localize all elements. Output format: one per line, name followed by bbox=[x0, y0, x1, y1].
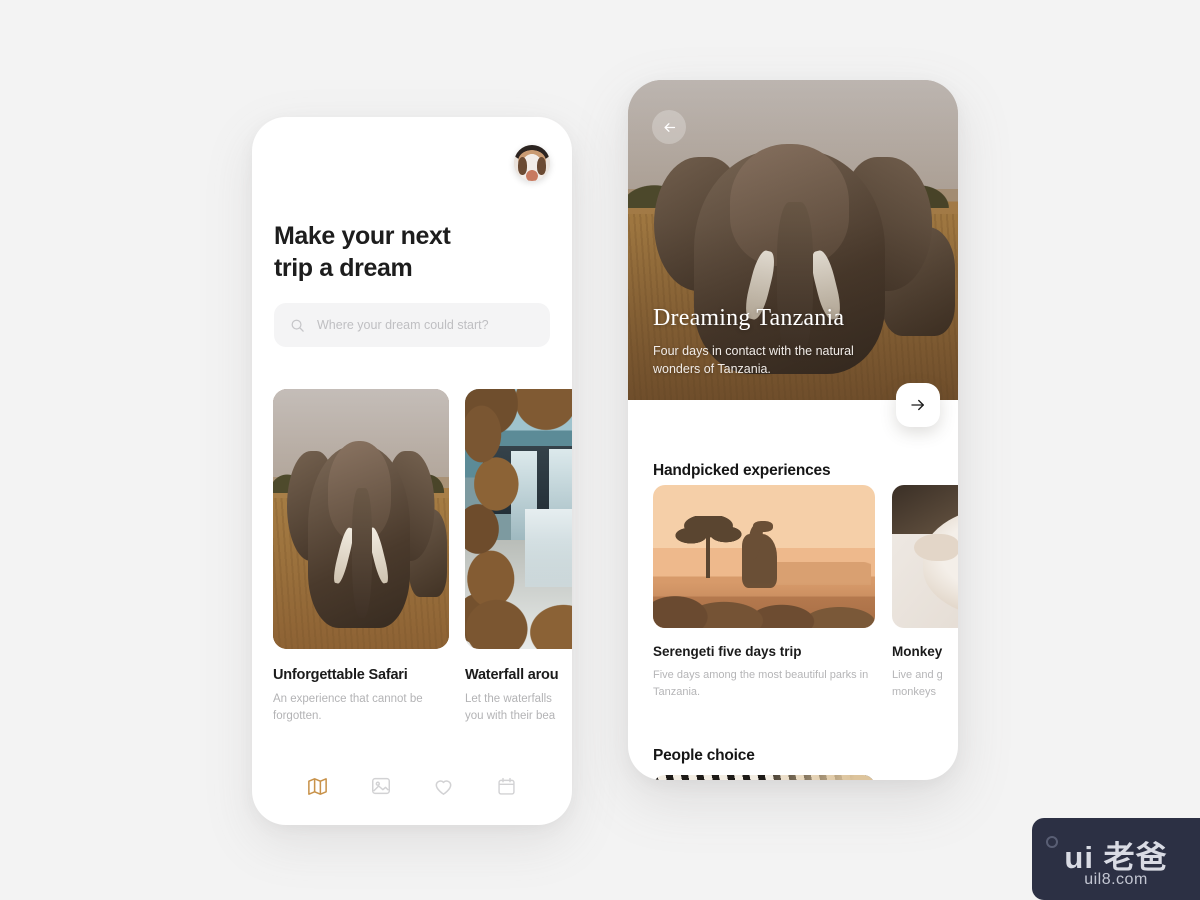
trip-card-image bbox=[465, 389, 572, 649]
nav-item-calendar[interactable] bbox=[492, 771, 522, 801]
monkey-closeup-image bbox=[892, 485, 958, 628]
trip-card-title: Unforgettable Safari bbox=[273, 667, 408, 683]
people-choice-card[interactable] bbox=[653, 775, 875, 780]
experience-card[interactable]: Serengeti five days trip Five days among… bbox=[653, 485, 875, 700]
search-icon bbox=[291, 319, 304, 332]
search-input[interactable]: Where your dream could start? bbox=[274, 303, 550, 347]
page-title: Make your next trip a dream bbox=[274, 222, 451, 282]
experience-card-image bbox=[892, 485, 958, 628]
experience-card-description: Five days among the most beautiful parks… bbox=[653, 669, 869, 698]
avatar-hair-right bbox=[536, 157, 547, 175]
section-title-people-choice: People choice bbox=[653, 747, 755, 764]
avatar-hair-left bbox=[517, 157, 528, 175]
map-icon bbox=[308, 777, 327, 795]
experience-card-title: Monkey bbox=[892, 644, 943, 659]
trip-card-description: An experience that cannot be forgotten. bbox=[273, 693, 423, 723]
calendar-icon bbox=[498, 777, 515, 795]
section-title-handpicked: Handpicked experiences bbox=[653, 462, 831, 479]
experiences-carousel[interactable]: Serengeti five days trip Five days among… bbox=[653, 485, 958, 700]
trip-cards-carousel[interactable]: Unforgettable Safari An experience that … bbox=[273, 389, 572, 726]
giraffe-sunset-image bbox=[653, 485, 875, 628]
trip-card-description: Let the waterfalls you with their bea bbox=[465, 693, 556, 723]
experience-card-description: Live and g monkeys bbox=[892, 669, 943, 698]
watermark-subtitle: uil8.com bbox=[1084, 871, 1148, 888]
arrow-left-icon bbox=[664, 122, 675, 132]
watermark-badge: ui 老爸 uil8.com bbox=[1032, 818, 1200, 900]
phone-mockup-detail: Dreaming Tanzania Four days in contact w… bbox=[628, 80, 958, 780]
phone-mockup-home: Make your next trip a dream Where your d… bbox=[252, 117, 572, 825]
experience-card-image bbox=[653, 485, 875, 628]
trip-card-title: Waterfall arou bbox=[465, 667, 559, 683]
trip-card-image bbox=[273, 389, 449, 649]
next-button[interactable] bbox=[896, 383, 940, 427]
search-placeholder: Where your dream could start? bbox=[317, 318, 489, 332]
zebra-stripes-image bbox=[772, 775, 875, 780]
trip-card[interactable]: Unforgettable Safari An experience that … bbox=[273, 389, 449, 726]
nav-item-map[interactable] bbox=[303, 771, 333, 801]
hero-title: Dreaming Tanzania bbox=[653, 305, 845, 331]
back-button[interactable] bbox=[652, 110, 686, 144]
trip-card[interactable]: Waterfall arou Let the waterfalls you wi… bbox=[465, 389, 572, 726]
waterfall-forest-image bbox=[465, 389, 572, 649]
nav-item-gallery[interactable] bbox=[366, 771, 396, 801]
screenshot-canvas: Make your next trip a dream Where your d… bbox=[0, 0, 1200, 900]
avatar[interactable] bbox=[514, 145, 550, 181]
experience-card[interactable]: Monkey Live and g monkeys bbox=[892, 485, 958, 700]
bottom-navigation bbox=[252, 771, 572, 801]
arrow-right-icon bbox=[911, 399, 924, 411]
experience-card-title: Serengeti five days trip bbox=[653, 644, 802, 659]
elephant-savanna-image bbox=[273, 389, 449, 649]
image-icon bbox=[371, 777, 390, 795]
nav-item-favorites[interactable] bbox=[429, 771, 459, 801]
hero-subtitle: Four days in contact with the natural wo… bbox=[653, 344, 854, 377]
heart-icon bbox=[435, 779, 452, 795]
